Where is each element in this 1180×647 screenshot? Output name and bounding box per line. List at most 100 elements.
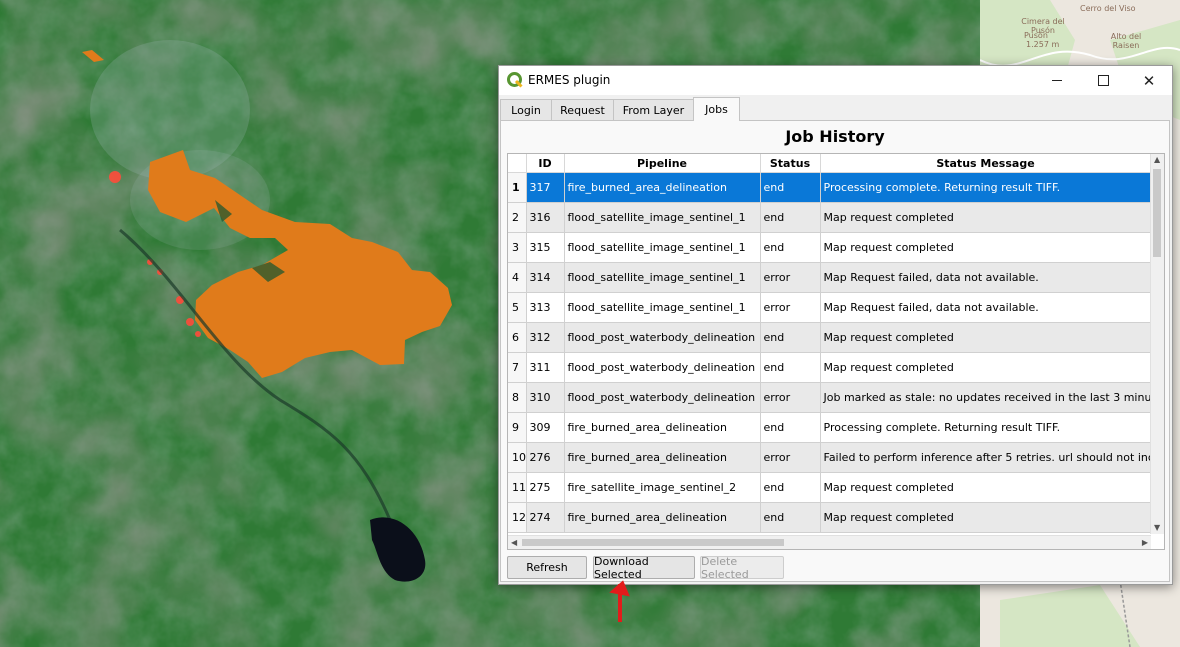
qgis-logo-icon [507,72,523,88]
cell-pipeline[interactable]: fire_satellite_image_sentinel_2 [564,472,761,503]
delete-selected-button[interactable]: Delete Selected [700,555,784,581]
cell-pipeline[interactable]: flood_satellite_image_sentinel_1 [564,292,761,323]
cell-status-message[interactable]: Processing complete. Returning result TI… [820,412,1152,443]
cell-status-message[interactable]: Map request completed [820,502,1152,533]
cell-status[interactable]: end [760,322,821,353]
cell-status-message[interactable]: Processing complete. Returning result TI… [820,172,1152,203]
tab-request[interactable]: Request [551,99,614,120]
cell-id[interactable]: 315 [526,232,565,263]
cell-pipeline[interactable]: flood_satellite_image_sentinel_1 [564,232,761,263]
scroll-up-icon[interactable]: ▲ [1154,156,1160,164]
row-number[interactable]: 10 [508,442,527,473]
scroll-left-icon[interactable]: ◀ [511,539,517,547]
map-label-elevation: 1.257 m [1026,40,1060,49]
cell-pipeline[interactable]: flood_satellite_image_sentinel_1 [564,262,761,293]
cell-id[interactable]: 316 [526,202,565,233]
cell-pipeline[interactable]: flood_post_waterbody_delineation [564,382,761,413]
cell-status-message[interactable]: Map request completed [820,352,1152,383]
cell-pipeline[interactable]: fire_burned_area_delineation [564,502,761,533]
cell-pipeline[interactable]: fire_burned_area_delineation [564,412,761,443]
cell-id[interactable]: 311 [526,352,565,383]
row-number[interactable]: 4 [508,262,527,293]
tab-jobs[interactable]: Jobs [693,97,740,121]
scroll-right-icon[interactable]: ▶ [1142,539,1148,547]
cell-status[interactable]: error [760,442,821,473]
cell-status-message[interactable]: Map request completed [820,472,1152,503]
cell-status[interactable]: end [760,502,821,533]
horizontal-scroll-thumb[interactable] [522,539,784,546]
page-title: Job History [785,127,885,146]
table-row[interactable]: 5 313 flood_satellite_image_sentinel_1 e… [508,292,1152,323]
cell-status[interactable]: end [760,352,821,383]
row-number[interactable]: 2 [508,202,527,233]
header-row-number [508,154,527,173]
cell-pipeline[interactable]: flood_post_waterbody_delineation [564,322,761,353]
cell-id[interactable]: 317 [526,172,565,203]
row-number[interactable]: 5 [508,292,527,323]
table-row[interactable]: 3 315 flood_satellite_image_sentinel_1 e… [508,232,1152,263]
table-row[interactable]: 6 312 flood_post_waterbody_delineation e… [508,322,1152,353]
cell-status[interactable]: error [760,292,821,323]
cell-id[interactable]: 309 [526,412,565,443]
table-row[interactable]: 12 274 fire_burned_area_delineation end … [508,502,1152,533]
ermes-plugin-dialog: ERMES plugin ✕ Login Request From Layer … [498,65,1173,585]
table-row[interactable]: 9 309 fire_burned_area_delineation end P… [508,412,1152,443]
cell-id[interactable]: 310 [526,382,565,413]
cell-status[interactable]: end [760,232,821,263]
column-header-status-message[interactable]: Status Message [820,154,1152,173]
cell-id[interactable]: 312 [526,322,565,353]
row-number[interactable]: 12 [508,502,527,533]
row-number[interactable]: 8 [508,382,527,413]
cell-status-message[interactable]: Map Request failed, data not available. [820,262,1152,293]
row-number[interactable]: 9 [508,412,527,443]
cell-status[interactable]: end [760,172,821,203]
cell-status-message[interactable]: Map request completed [820,202,1152,233]
cell-status[interactable]: end [760,202,821,233]
cell-status[interactable]: end [760,472,821,503]
row-number[interactable]: 6 [508,322,527,353]
row-number[interactable]: 1 [508,172,527,203]
cell-id[interactable]: 313 [526,292,565,323]
row-number[interactable]: 3 [508,232,527,263]
column-header-pipeline[interactable]: Pipeline [564,154,761,173]
cell-status-message[interactable]: Map request completed [820,232,1152,263]
minimize-button[interactable] [1034,66,1080,95]
scroll-down-icon[interactable]: ▼ [1154,524,1160,532]
cell-id[interactable]: 276 [526,442,565,473]
cell-pipeline[interactable]: fire_burned_area_delineation [564,172,761,203]
table-row[interactable]: 1 317 fire_burned_area_delineation end P… [508,172,1152,203]
table-row[interactable]: 4 314 flood_satellite_image_sentinel_1 e… [508,262,1152,293]
cell-status-message[interactable]: Failed to perform inference after 5 retr… [820,442,1152,473]
vertical-scrollbar[interactable]: ▲ ▼ [1150,154,1164,534]
cell-status[interactable]: error [760,262,821,293]
table-row[interactable]: 10 276 fire_burned_area_delineation erro… [508,442,1152,473]
tab-from-layer[interactable]: From Layer [613,99,694,120]
cell-id[interactable]: 274 [526,502,565,533]
cell-id[interactable]: 314 [526,262,565,293]
table-row[interactable]: 7 311 flood_post_waterbody_delineation e… [508,352,1152,383]
cell-pipeline[interactable]: flood_post_waterbody_delineation [564,352,761,383]
column-header-id[interactable]: ID [526,154,565,173]
table-row[interactable]: 8 310 flood_post_waterbody_delineation e… [508,382,1152,413]
cell-status[interactable]: end [760,412,821,443]
column-header-status[interactable]: Status [760,154,821,173]
vertical-scroll-thumb[interactable] [1153,169,1161,257]
tab-login[interactable]: Login [500,99,552,120]
cell-pipeline[interactable]: fire_burned_area_delineation [564,442,761,473]
row-number[interactable]: 7 [508,352,527,383]
table-header-row: ID Pipeline Status Status Message [508,154,1152,173]
cell-status-message[interactable]: Map Request failed, data not available. [820,292,1152,323]
refresh-button[interactable]: Refresh [507,556,587,579]
table-row[interactable]: 11 275 fire_satellite_image_sentinel_2 e… [508,472,1152,503]
close-button[interactable]: ✕ [1126,66,1172,95]
cell-id[interactable]: 275 [526,472,565,503]
cell-status-message[interactable]: Job marked as stale: no updates received… [820,382,1152,413]
row-number[interactable]: 11 [508,472,527,503]
title-bar[interactable]: ERMES plugin ✕ [499,66,1172,95]
table-row[interactable]: 2 316 flood_satellite_image_sentinel_1 e… [508,202,1152,233]
maximize-button[interactable] [1080,66,1126,95]
horizontal-scrollbar[interactable]: ◀ ▶ [508,535,1151,549]
cell-pipeline[interactable]: flood_satellite_image_sentinel_1 [564,202,761,233]
cell-status-message[interactable]: Map request completed [820,322,1152,353]
cell-status[interactable]: error [760,382,821,413]
